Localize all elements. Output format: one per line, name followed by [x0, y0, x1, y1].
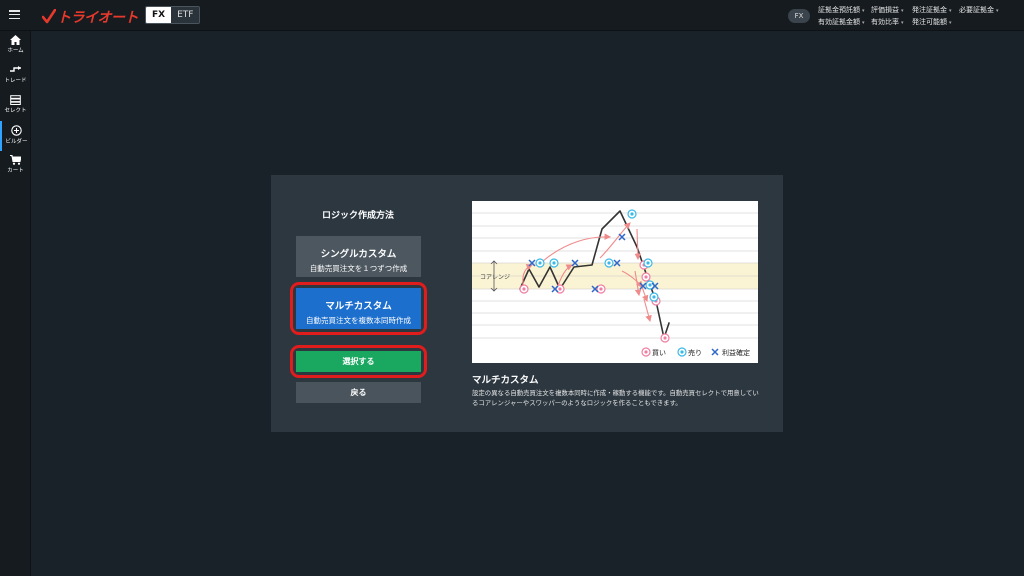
metric-effective-ratio[interactable]: 有効比率 ▾ — [871, 16, 904, 29]
dialog-title: ロジック作成方法 — [321, 211, 394, 221]
description-title: マルチカスタム — [472, 375, 539, 386]
builder-icon — [11, 125, 22, 136]
sidebar-item-select[interactable]: セレクト — [0, 91, 31, 121]
sidebar-item-home[interactable]: ホーム — [0, 31, 31, 61]
tab-etf[interactable]: ETF — [171, 7, 200, 23]
metric-required-margin[interactable]: 必要証拠金 ▾ — [959, 4, 999, 17]
description-text: 設定の異なる自動売買注文を複数本同時に作成・稼動する機能です。自動売買セレクトで… — [472, 389, 759, 407]
multi-custom-diagram: コアレンジ 買い 売り 利益確定 — [472, 201, 758, 363]
logo-check-icon — [42, 9, 56, 24]
logic-method-dialog: ロジック作成方法 シングルカスタム 自動売買注文を１つずつ作成 マルチカスタム … — [271, 175, 783, 432]
legend-buy: 買い — [652, 349, 666, 357]
cart-icon — [10, 155, 21, 165]
tab-fx[interactable]: FX — [146, 7, 172, 23]
sidebar-item-trade[interactable]: トレード — [0, 61, 31, 91]
sidebar: ホーム トレード セレクト ビルダー カート — [0, 31, 31, 576]
metric-effective-margin[interactable]: 有効証拠金額 ▾ — [818, 16, 865, 29]
single-custom-title: シングルカスタム — [320, 249, 397, 260]
top-bar: トライオート FX ETF FX 証拠金預託額 ▾ 評価損益 ▾ 発注証拠金 ▾ 必要… — [0, 0, 1024, 31]
trade-icon — [10, 66, 21, 72]
logo-text: トライオート — [57, 10, 139, 26]
select-highlight-ring — [290, 345, 427, 378]
metric-orderable[interactable]: 発注可能額 ▾ — [912, 16, 952, 29]
market-badge: FX — [788, 9, 810, 23]
single-custom-option[interactable]: シングルカスタム 自動売買注文を１つずつ作成 — [296, 236, 421, 277]
sidebar-item-builder[interactable]: ビルダー — [0, 121, 31, 151]
select-icon — [10, 95, 21, 105]
logic-illustration: コアレンジ 買い 売り 利益確定 — [472, 209, 758, 357]
legend-sell: 売り — [688, 348, 702, 357]
back-button[interactable]: 戻る — [296, 382, 421, 403]
logo[interactable]: トライオート — [42, 7, 139, 27]
multi-highlight-ring — [290, 282, 427, 335]
core-range-label: コアレンジ — [480, 274, 510, 281]
single-custom-subtitle: 自動売買注文を１つずつ作成 — [309, 264, 408, 273]
home-icon — [10, 35, 21, 45]
diagram-legend: 買い 売り 利益確定 — [641, 347, 750, 357]
menu-icon[interactable] — [9, 10, 20, 20]
sidebar-item-cart[interactable]: カート — [0, 151, 31, 181]
legend-settle: 利益確定 — [722, 348, 750, 357]
product-switch: FX ETF — [145, 6, 201, 24]
